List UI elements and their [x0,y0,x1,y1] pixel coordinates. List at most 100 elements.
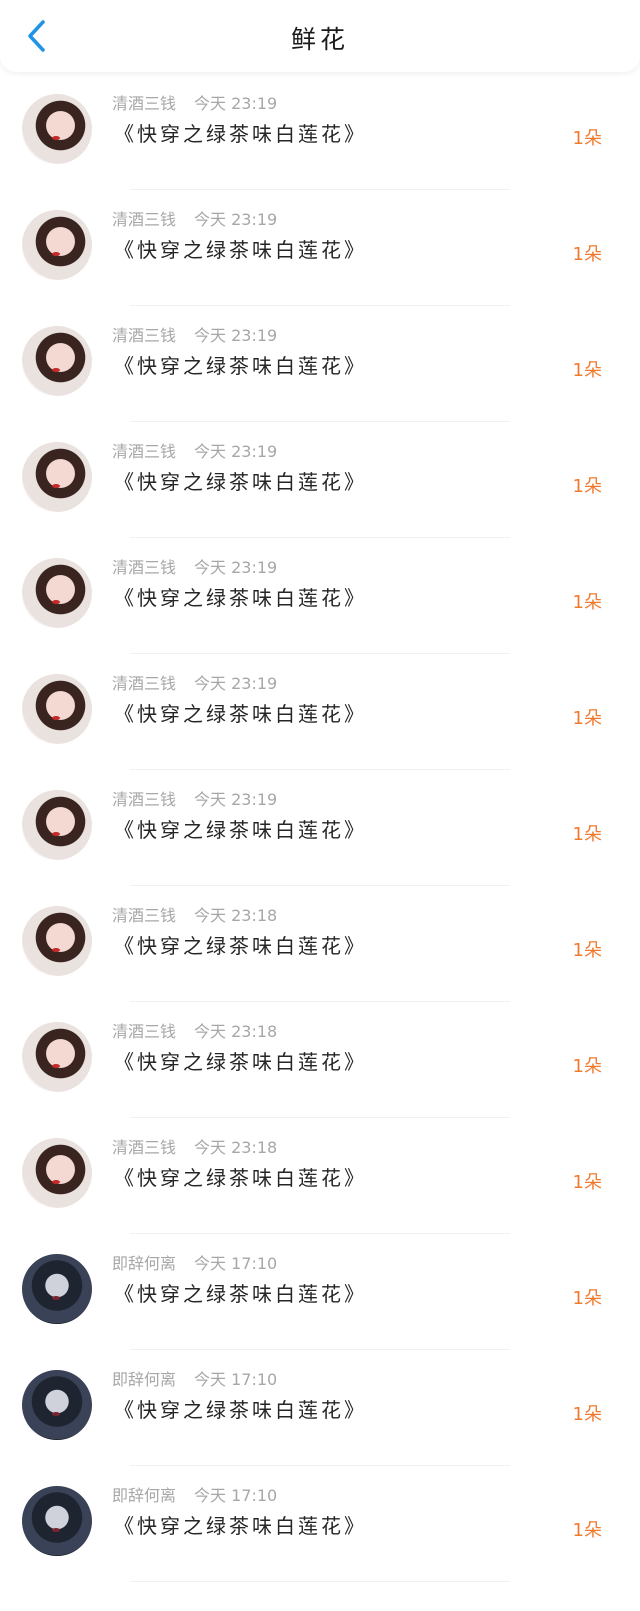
avatar-detail [52,832,60,836]
row-meta: 清酒三钱 今天 23:19 [112,786,277,810]
flower-count: 1朵 [572,1520,602,1541]
avatar[interactable] [22,674,92,744]
flower-count: 1朵 [572,824,602,845]
username[interactable]: 即辞何离 [112,1370,176,1389]
username[interactable]: 清酒三钱 [112,558,176,577]
avatar[interactable] [22,1486,92,1556]
avatar[interactable] [22,906,92,976]
flower-count: 1朵 [572,1172,602,1193]
avatar-detail [52,1064,60,1068]
row-meta: 清酒三钱 今天 23:19 [112,206,277,230]
list-item[interactable]: 清酒三钱 今天 23:18 《快穿之绿茶味白莲花》 1朵 [0,1002,640,1118]
avatar-detail [52,368,60,372]
book-title[interactable]: 《快穿之绿茶味白莲花》 [114,814,367,843]
avatar[interactable] [22,1138,92,1208]
book-title[interactable]: 《快穿之绿茶味白莲花》 [114,930,367,959]
list-item[interactable]: 清酒三钱 今天 23:19 《快穿之绿茶味白莲花》 1朵 [0,770,640,886]
username[interactable]: 清酒三钱 [112,442,176,461]
avatar[interactable] [22,1254,92,1324]
avatar[interactable] [22,326,92,396]
flower-count: 1朵 [572,360,602,381]
flower-count: 1朵 [572,940,602,961]
book-title[interactable]: 《快穿之绿茶味白莲花》 [114,1394,367,1423]
row-meta: 清酒三钱 今天 23:18 [112,902,277,926]
flower-count: 1朵 [572,244,602,265]
avatar-detail [52,136,60,140]
username[interactable]: 清酒三钱 [112,94,176,113]
list-item[interactable]: 清酒三钱 今天 23:19 《快穿之绿茶味白莲花》 1朵 [0,422,640,538]
username[interactable]: 即辞何离 [112,1254,176,1273]
book-title[interactable]: 《快穿之绿茶味白莲花》 [114,1510,367,1539]
page-title: 鲜花 [290,25,349,54]
list-item[interactable]: 清酒三钱 今天 23:19 《快穿之绿茶味白莲花》 1朵 [0,190,640,306]
book-title[interactable]: 《快穿之绿茶味白莲花》 [114,234,367,263]
flower-count: 1朵 [572,476,602,497]
avatar-detail [52,1180,60,1184]
list-item[interactable]: 清酒三钱 今天 23:18 《快穿之绿茶味白莲花》 1朵 [0,886,640,1002]
flower-count: 1朵 [572,128,602,149]
timestamp: 今天 17:10 [194,1486,278,1505]
row-meta: 清酒三钱 今天 23:18 [112,1018,277,1042]
username[interactable]: 即辞何离 [112,1486,176,1505]
flower-count: 1朵 [572,708,602,729]
book-title[interactable]: 《快穿之绿茶味白莲花》 [114,466,367,495]
row-divider [130,1581,510,1582]
flower-count: 1朵 [572,592,602,613]
list-item[interactable]: 清酒三钱 今天 23:19 《快穿之绿茶味白莲花》 1朵 [0,74,640,190]
avatar[interactable] [22,790,92,860]
book-title[interactable]: 《快穿之绿茶味白莲花》 [114,1162,367,1191]
avatar-detail [52,600,60,604]
avatar[interactable] [22,94,92,164]
avatar[interactable] [22,1370,92,1440]
top-bar: 鲜花 [0,0,640,72]
avatar[interactable] [22,210,92,280]
list-item[interactable]: 清酒三钱 今天 23:19 《快穿之绿茶味白莲花》 1朵 [0,306,640,422]
row-meta: 清酒三钱 今天 23:18 [112,1134,277,1158]
flower-count: 1朵 [572,1288,602,1309]
username[interactable]: 清酒三钱 [112,326,176,345]
timestamp: 今天 23:19 [194,558,278,577]
timestamp: 今天 23:19 [194,790,278,809]
timestamp: 今天 23:19 [194,210,278,229]
username[interactable]: 清酒三钱 [112,1022,176,1041]
book-title[interactable]: 《快穿之绿茶味白莲花》 [114,698,367,727]
book-title[interactable]: 《快穿之绿茶味白莲花》 [114,1278,367,1307]
timestamp: 今天 23:18 [194,906,278,925]
book-title[interactable]: 《快穿之绿茶味白莲花》 [114,118,367,147]
list-item[interactable]: 即辞何离 今天 17:10 《快穿之绿茶味白莲花》 1朵 [0,1466,640,1582]
flower-record-list[interactable]: 清酒三钱 今天 23:19 《快穿之绿茶味白莲花》 1朵 清酒三钱 今天 23:19 《快穿… [0,74,640,1582]
timestamp: 今天 23:19 [194,94,278,113]
avatar[interactable] [22,1022,92,1092]
avatar-detail [52,1296,60,1300]
avatar-detail [52,948,60,952]
timestamp: 今天 23:18 [194,1022,278,1041]
list-item[interactable]: 清酒三钱 今天 23:19 《快穿之绿茶味白莲花》 1朵 [0,654,640,770]
username[interactable]: 清酒三钱 [112,674,176,693]
timestamp: 今天 17:10 [194,1370,278,1389]
row-meta: 即辞何离 今天 17:10 [112,1366,277,1390]
list-item[interactable]: 即辞何离 今天 17:10 《快穿之绿茶味白莲花》 1朵 [0,1234,640,1350]
book-title[interactable]: 《快穿之绿茶味白莲花》 [114,1046,367,1075]
timestamp: 今天 17:10 [194,1254,278,1273]
book-title[interactable]: 《快穿之绿茶味白莲花》 [114,582,367,611]
username[interactable]: 清酒三钱 [112,906,176,925]
timestamp: 今天 23:19 [194,326,278,345]
row-meta: 即辞何离 今天 17:10 [112,1250,277,1274]
avatar[interactable] [22,442,92,512]
timestamp: 今天 23:19 [194,442,278,461]
row-meta: 即辞何离 今天 17:10 [112,1482,277,1506]
avatar-detail [52,1412,60,1416]
username[interactable]: 清酒三钱 [112,210,176,229]
username[interactable]: 清酒三钱 [112,790,176,809]
book-title[interactable]: 《快穿之绿茶味白莲花》 [114,350,367,379]
list-item[interactable]: 清酒三钱 今天 23:18 《快穿之绿茶味白莲花》 1朵 [0,1118,640,1234]
username[interactable]: 清酒三钱 [112,1138,176,1157]
row-meta: 清酒三钱 今天 23:19 [112,670,277,694]
avatar-detail [52,1528,60,1532]
row-meta: 清酒三钱 今天 23:19 [112,438,277,462]
flower-count: 1朵 [572,1056,602,1077]
list-item[interactable]: 即辞何离 今天 17:10 《快穿之绿茶味白莲花》 1朵 [0,1350,640,1466]
avatar-detail [52,716,60,720]
list-item[interactable]: 清酒三钱 今天 23:19 《快穿之绿茶味白莲花》 1朵 [0,538,640,654]
avatar[interactable] [22,558,92,628]
